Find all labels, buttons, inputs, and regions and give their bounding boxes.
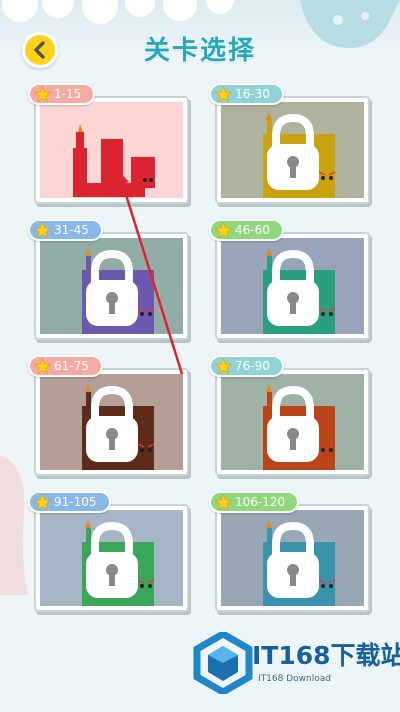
level-card-frame (215, 368, 370, 476)
star-icon (34, 358, 51, 375)
level-range-label: 16-30 (235, 87, 270, 101)
level-range-badge: 46-60 (209, 219, 284, 241)
level-range-badge: 91-105 (28, 491, 111, 513)
level-preview (221, 102, 364, 198)
level-range-label: 46-60 (235, 223, 270, 237)
page-title: 关卡选择 (143, 36, 256, 66)
level-card-4[interactable]: 46-60 (209, 219, 370, 340)
star-icon (34, 86, 51, 103)
level-card-frame (215, 96, 370, 204)
level-range-badge: 1-15 (28, 83, 96, 105)
level-range-badge: 76-90 (209, 355, 284, 377)
level-card-frame (34, 504, 189, 612)
star-icon (215, 86, 232, 103)
level-card-3[interactable]: 31-45 (28, 219, 189, 340)
level-card-1[interactable]: 1-15 (28, 83, 189, 204)
star-icon (34, 494, 51, 511)
star-icon (34, 222, 51, 239)
level-card-frame (215, 232, 370, 340)
level-card-2[interactable]: 16-30 (209, 83, 370, 204)
level-card-frame (34, 368, 189, 476)
level-range-badge: 106-120 (209, 491, 300, 513)
level-card-frame (215, 504, 370, 612)
level-range-badge: 16-30 (209, 83, 284, 105)
level-range-label: 106-120 (235, 495, 286, 509)
level-range-label: 76-90 (235, 359, 270, 373)
level-preview (221, 374, 364, 470)
level-range-label: 1-15 (54, 87, 82, 101)
header: 关卡选择 (0, 0, 400, 90)
level-preview (221, 238, 364, 334)
level-range-badge: 61-75 (28, 355, 103, 377)
level-preview (221, 510, 364, 606)
watermark-subtitle: IT168 Download (258, 674, 331, 684)
star-icon (215, 494, 232, 511)
level-card-7[interactable]: 91-105 (28, 491, 189, 612)
star-icon (215, 222, 232, 239)
watermark-title: IT168下载站 (252, 641, 400, 670)
level-card-frame (34, 96, 189, 204)
watermark: IT168下载站 IT168 Download (190, 628, 400, 708)
level-card-6[interactable]: 76-90 (209, 355, 370, 476)
level-card-8[interactable]: 106-120 (209, 491, 370, 612)
level-preview (40, 510, 183, 606)
ghost-decoration (0, 455, 28, 595)
level-preview (40, 374, 183, 470)
it168-logo-icon (193, 632, 253, 694)
star-icon (215, 358, 232, 375)
level-card-5[interactable]: 61-75 (28, 355, 189, 476)
level-card-frame (34, 232, 189, 340)
level-preview (40, 238, 183, 334)
level-range-label: 31-45 (54, 223, 89, 237)
level-preview (40, 102, 183, 198)
level-range-label: 61-75 (54, 359, 89, 373)
level-range-label: 91-105 (54, 495, 97, 509)
level-range-badge: 31-45 (28, 219, 103, 241)
